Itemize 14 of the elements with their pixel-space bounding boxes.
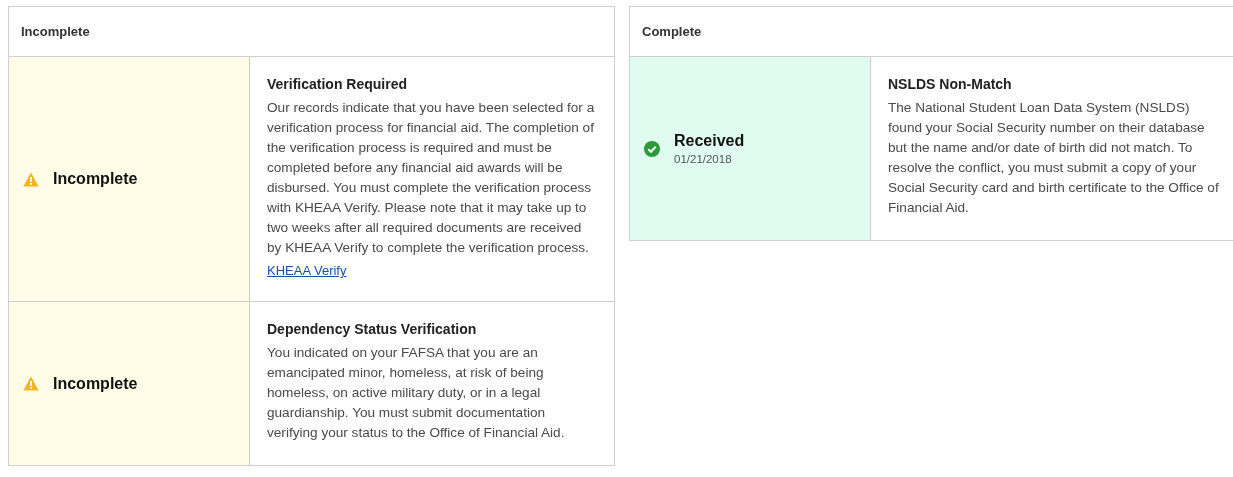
requirement-title: NSLDS Non-Match (888, 76, 1013, 92)
warning-icon (23, 376, 39, 391)
requirement-description: Our records indicate that you have been selected for a verification process for financial aid. The completion of the verification process is required and must be completed before any financial aid awards will be disbursed. You must complete the verification process with KHEAA Verify. Please note that it may take up to two weeks after all required documents are received by KHEAA Verify to complete the verification process. (267, 99, 596, 257)
check-circle-icon (644, 140, 660, 157)
verify-link[interactable]: KHEAA Verify (267, 263, 347, 278)
warning-icon (23, 171, 39, 187)
status-label: Incomplete (53, 374, 138, 393)
requirement-title: Verification Required (267, 76, 409, 92)
requirement-description: The National Student Loan Data System (NSLDS) found your Social Security number on their database but the name and/or date of birth did not match. To resolve the conflict, you must submit a copy of your Social Security card and birth certificate to the Office of Financial Aid. (888, 99, 1219, 217)
status-label: Received (674, 132, 745, 150)
requirement-description: You indicated on your FAFSA that you are an emancipated minor, homeless, at risk of being homeless, on active military duty, or in a legal guardianship. You must submit documentation verifying your status to the Office of Financial Aid. (267, 344, 566, 442)
status-label: Incomplete (53, 170, 138, 188)
status-date: 01/21/2018 (674, 153, 733, 165)
requirement-title: Dependency Status Verification (267, 321, 478, 337)
